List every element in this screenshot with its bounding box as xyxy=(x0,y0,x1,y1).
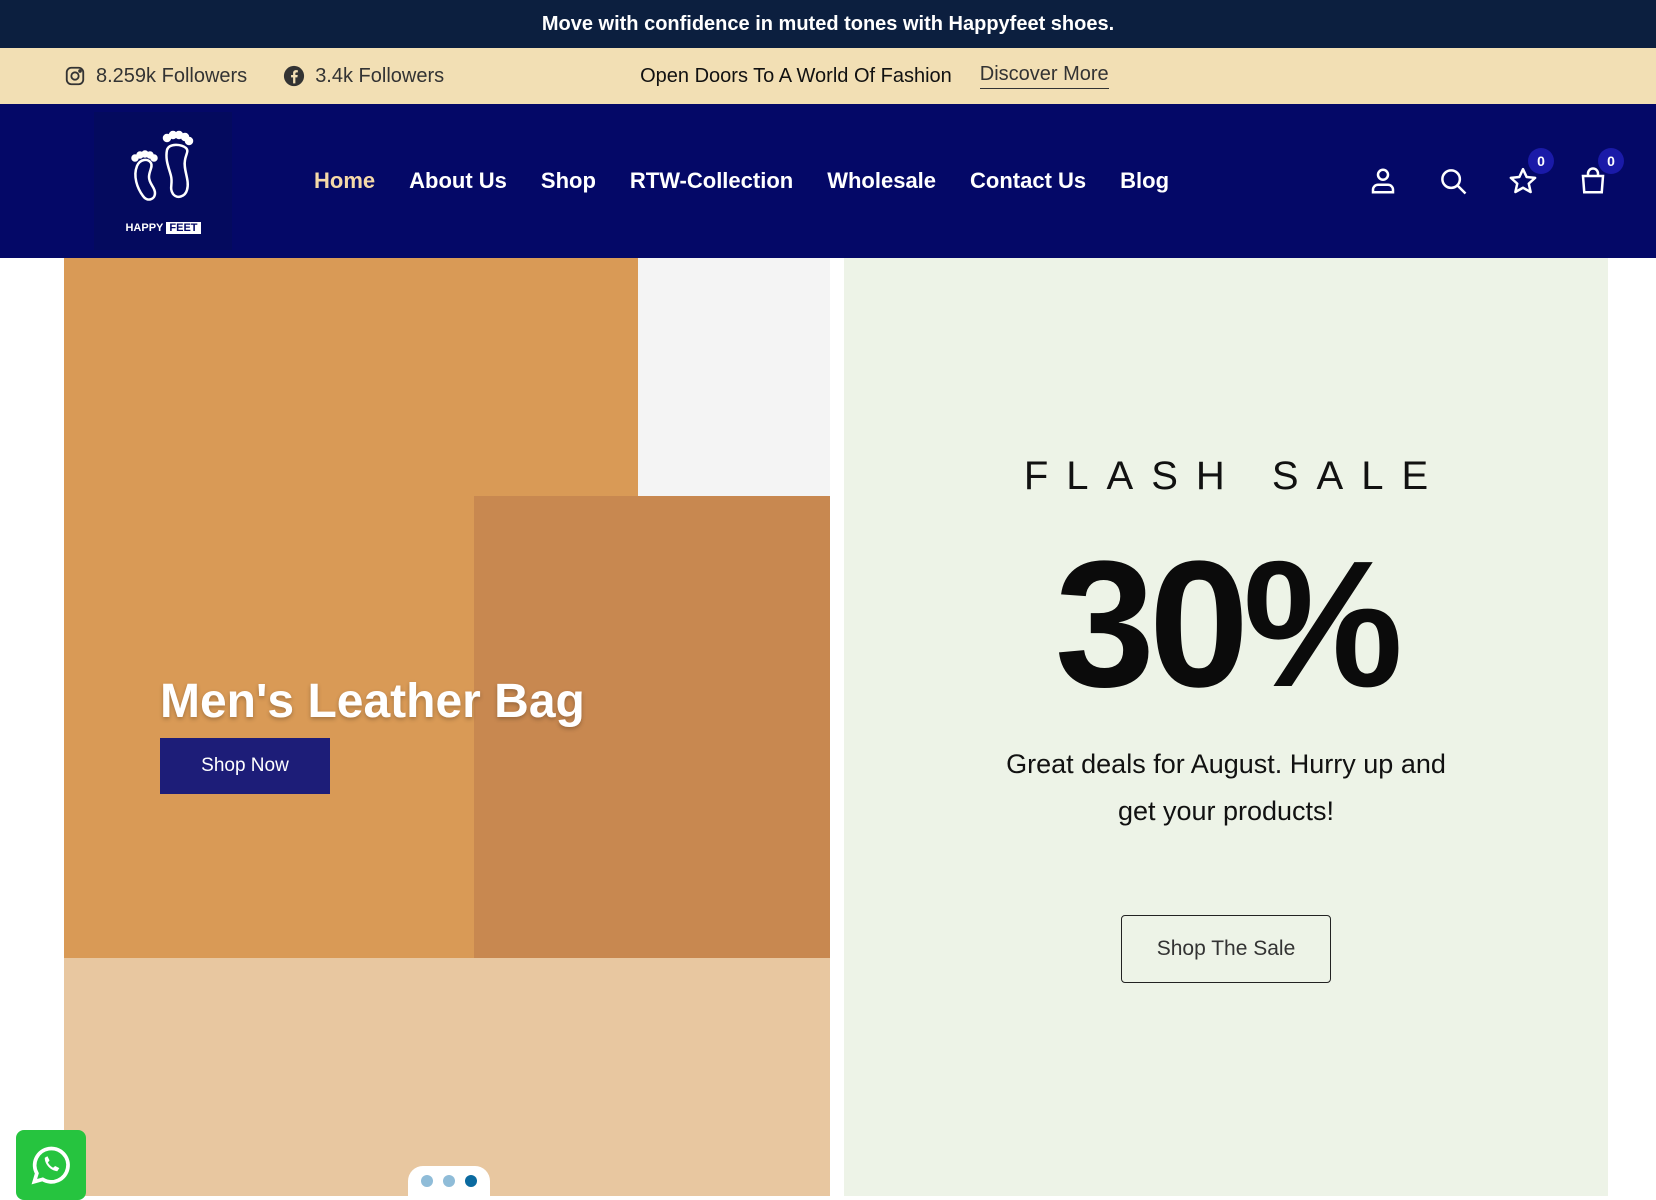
happyfeet-logo[interactable]: HAPPY FEET xyxy=(94,112,232,250)
whatsapp-icon xyxy=(31,1146,70,1185)
logo-wordmark: HAPPY FEET xyxy=(125,222,201,234)
nav-home[interactable]: Home xyxy=(314,168,375,194)
social-topbar: 8.259k Followers 3.4k Followers Open Doo… xyxy=(0,48,1656,104)
slide-dot-1[interactable] xyxy=(421,1175,433,1187)
main-nav: Home About Us Shop RTW-Collection Wholes… xyxy=(314,104,1169,258)
slider-pagination xyxy=(408,1166,490,1196)
nav-wholesale[interactable]: Wholesale xyxy=(827,168,936,194)
slide-dot-2[interactable] xyxy=(443,1175,455,1187)
wishlist-count-badge: 0 xyxy=(1528,148,1554,174)
logo-word-feet: FEET xyxy=(166,222,201,234)
nav-rtw-collection[interactable]: RTW-Collection xyxy=(630,168,793,194)
wishlist-button[interactable]: 0 xyxy=(1508,148,1554,196)
promo-text: Open Doors To A World Of Fashion xyxy=(640,64,952,87)
cart-count-badge: 0 xyxy=(1598,148,1624,174)
header-actions: 0 0 xyxy=(1368,104,1624,258)
facebook-icon xyxy=(284,65,305,87)
hero-slider[interactable]: Men's Leather Bag Shop Now xyxy=(64,258,830,1196)
nav-blog[interactable]: Blog xyxy=(1120,168,1169,194)
announcement-bar: Move with confidence in muted tones with… xyxy=(0,0,1656,48)
hero-title: Men's Leather Bag xyxy=(160,675,585,728)
nav-shop[interactable]: Shop xyxy=(541,168,596,194)
slide-dot-3[interactable] xyxy=(465,1175,477,1187)
site-header: HAPPY FEET Home About Us Shop RTW-Collec… xyxy=(0,104,1656,258)
nav-contact-us[interactable]: Contact Us xyxy=(970,168,1086,194)
logo-word-happy: HAPPY xyxy=(125,222,164,234)
instagram-icon xyxy=(65,66,85,86)
facebook-followers[interactable]: 3.4k Followers xyxy=(283,65,444,88)
cart-button[interactable]: 0 xyxy=(1578,148,1624,196)
feet-logo-icon xyxy=(131,130,194,201)
instagram-count: 8.259k Followers xyxy=(96,64,248,87)
account-button[interactable] xyxy=(1368,166,1398,196)
discover-more-link[interactable]: Discover More xyxy=(979,63,1109,89)
shop-now-button[interactable]: Shop Now xyxy=(160,738,330,794)
instagram-followers[interactable]: 8.259k Followers xyxy=(64,65,247,88)
flash-sale-title: FLASH SALE xyxy=(1023,454,1447,498)
whatsapp-chat-button[interactable] xyxy=(16,1130,86,1200)
user-icon xyxy=(1371,168,1395,194)
shop-the-sale-button[interactable]: Shop The Sale xyxy=(1121,915,1331,983)
hero-photo-backdrop xyxy=(638,258,830,496)
flash-sale-panel: FLASH SALE 30% Great deals for August. H… xyxy=(844,258,1608,1196)
search-button[interactable] xyxy=(1438,166,1468,196)
sale-percentage: 30% xyxy=(1054,524,1403,725)
announcement-text: Move with confidence in muted tones with… xyxy=(541,12,1115,35)
sale-description: Great deals for August. Hurry up and get… xyxy=(1006,749,1446,826)
facebook-count: 3.4k Followers xyxy=(315,64,445,87)
hero-photo-floor xyxy=(64,958,830,1196)
search-icon xyxy=(1441,169,1467,195)
main-content: Men's Leather Bag Shop Now FLASH SALE 30… xyxy=(0,258,1656,1196)
nav-about-us[interactable]: About Us xyxy=(409,168,507,194)
